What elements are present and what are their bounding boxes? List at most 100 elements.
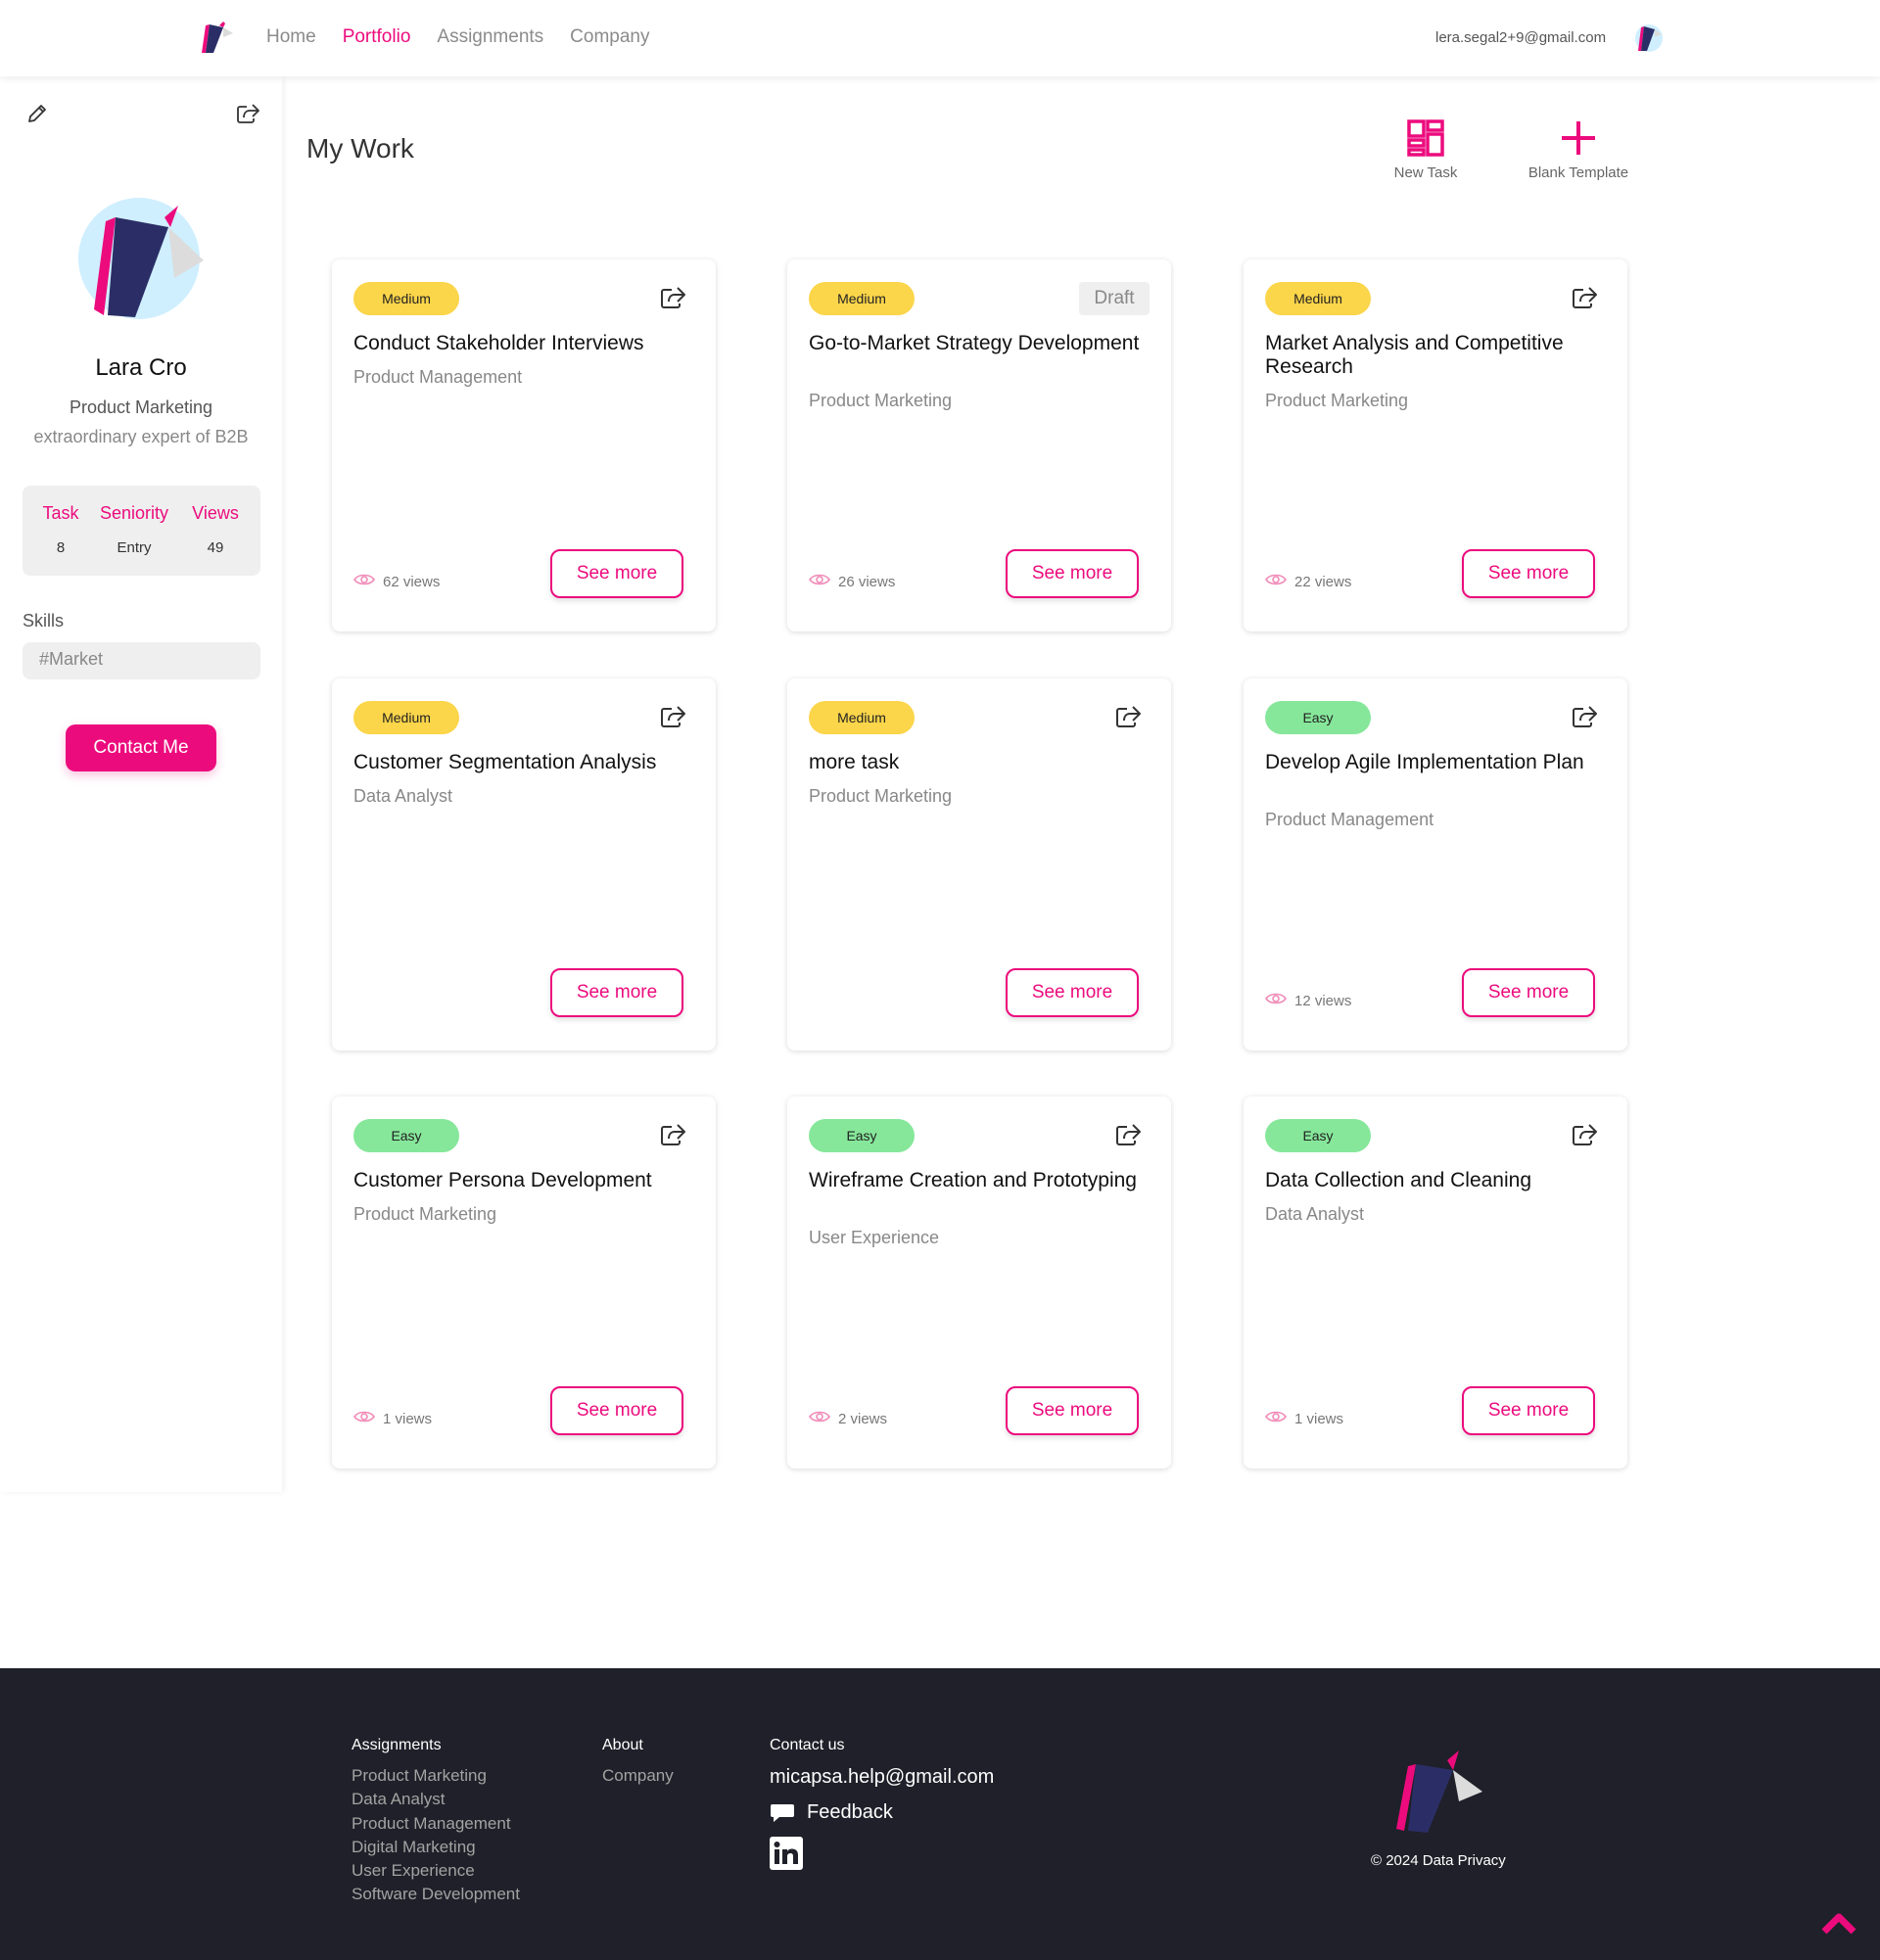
draft-badge: Draft bbox=[1079, 282, 1150, 315]
user-avatar-icon[interactable] bbox=[1633, 20, 1665, 57]
footer-assignments-heading: Assignments bbox=[352, 1737, 442, 1753]
share-icon[interactable] bbox=[659, 704, 686, 729]
share-icon[interactable] bbox=[1571, 704, 1598, 729]
task-card[interactable]: Medium Draft Go-to-Market Strategy Develop… bbox=[787, 259, 1171, 631]
difficulty-badge: Medium bbox=[1265, 282, 1371, 315]
task-category: Data Analyst bbox=[1265, 1204, 1365, 1224]
eye-icon bbox=[809, 1410, 830, 1427]
nav-portfolio[interactable]: Portfolio bbox=[343, 26, 411, 48]
see-more-button[interactable]: See more bbox=[1462, 968, 1595, 1017]
see-more-button[interactable]: See more bbox=[1462, 549, 1595, 598]
share-icon[interactable] bbox=[1571, 1122, 1598, 1147]
task-card[interactable]: Easy Develop Agile Implementation Plan Pro… bbox=[1244, 678, 1627, 1050]
profile-avatar bbox=[78, 198, 204, 319]
nav-home[interactable]: Home bbox=[266, 26, 316, 48]
linkedin-icon[interactable] bbox=[770, 1837, 803, 1870]
share-icon[interactable] bbox=[659, 1122, 686, 1147]
contact-me-button[interactable]: Contact Me bbox=[66, 724, 216, 771]
stat-seniority-label: Seniority bbox=[99, 503, 169, 523]
feedback-label: Feedback bbox=[807, 1801, 893, 1823]
stat-seniority-value: Entry bbox=[117, 539, 152, 556]
footer-contact-heading: Contact us bbox=[770, 1737, 845, 1753]
share-icon[interactable] bbox=[659, 285, 686, 310]
nav-company[interactable]: Company bbox=[570, 26, 649, 48]
eye-icon bbox=[1265, 992, 1287, 1009]
user-email[interactable]: lera.segal2+9@gmail.com bbox=[1435, 29, 1606, 46]
view-count: 26 views bbox=[809, 573, 895, 590]
see-more-button[interactable]: See more bbox=[1462, 1386, 1595, 1435]
task-category: Product Management bbox=[353, 367, 523, 387]
main-nav: Home Portfolio Assignments Company bbox=[266, 26, 650, 48]
view-count: 22 views bbox=[1265, 573, 1351, 590]
footer-link[interactable]: Product Marketing bbox=[352, 1764, 520, 1788]
footer-link[interactable]: Product Management bbox=[352, 1812, 520, 1836]
difficulty-badge: Easy bbox=[1265, 701, 1371, 734]
view-count-label: 12 views bbox=[1294, 992, 1352, 1009]
nav-assignments[interactable]: Assignments bbox=[437, 26, 543, 48]
task-category: Product Marketing bbox=[809, 786, 953, 806]
new-task-label: New Task bbox=[1393, 164, 1458, 181]
stat-task-label: Task bbox=[42, 503, 79, 523]
task-card[interactable]: Medium more task Product Marketing See more bbox=[787, 678, 1171, 1050]
task-card[interactable]: Medium Customer Segmentation Analysis Data… bbox=[332, 678, 716, 1050]
footer-email[interactable]: micapsa.help@gmail.com bbox=[770, 1766, 994, 1789]
see-more-button[interactable]: See more bbox=[550, 968, 683, 1017]
footer-link[interactable]: User Experience bbox=[352, 1859, 520, 1883]
view-count: 1 views bbox=[1265, 1410, 1343, 1427]
page-title: My Work bbox=[306, 133, 414, 163]
difficulty-badge: Medium bbox=[809, 282, 915, 315]
profile-bio: extraordinary expert of B2B bbox=[33, 427, 249, 446]
share-icon[interactable] bbox=[1571, 285, 1598, 310]
task-card[interactable]: Easy Wireframe Creation and Prototyping Us… bbox=[787, 1097, 1171, 1469]
footer-assignments-list: Product Marketing Data Analyst Product M… bbox=[352, 1764, 520, 1907]
blank-template-button[interactable]: Blank Template bbox=[1520, 119, 1637, 181]
edit-pencil-icon[interactable] bbox=[25, 102, 49, 125]
profile-sidebar: Lara Cro Product Marketing extraordinary… bbox=[0, 76, 282, 1492]
eye-icon bbox=[353, 1410, 375, 1427]
task-title: Develop Agile Implementation Plan bbox=[1265, 751, 1584, 773]
task-card[interactable]: Easy Data Collection and Cleaning Data Ana… bbox=[1244, 1097, 1627, 1469]
task-card[interactable]: Easy Customer Persona Development Product … bbox=[332, 1097, 716, 1469]
profile-role: Product Marketing bbox=[69, 397, 213, 417]
task-category: Product Marketing bbox=[1265, 391, 1409, 410]
task-card[interactable]: Medium Market Analysis and Competitive Re… bbox=[1244, 259, 1627, 631]
task-title: Go-to-Market Strategy Development bbox=[809, 332, 1140, 354]
scroll-to-top-icon[interactable] bbox=[1821, 1911, 1856, 1935]
share-icon[interactable] bbox=[235, 102, 260, 125]
see-more-button[interactable]: See more bbox=[550, 1386, 683, 1435]
see-more-button[interactable]: See more bbox=[1006, 549, 1139, 598]
footer: Assignments Product Marketing Data Analy… bbox=[0, 1668, 1880, 1960]
profile-stats: Task Seniority Views 8 Entry 49 bbox=[23, 486, 260, 576]
footer-link-company[interactable]: Company bbox=[602, 1764, 674, 1788]
task-card[interactable]: Medium Conduct Stakeholder Interviews Prod… bbox=[332, 259, 716, 631]
see-more-button[interactable]: See more bbox=[1006, 1386, 1139, 1435]
footer-link[interactable]: Software Development bbox=[352, 1883, 520, 1906]
skill-tag: #Market bbox=[23, 642, 260, 679]
task-category: Product Marketing bbox=[353, 1204, 497, 1224]
footer-link[interactable]: Data Analyst bbox=[352, 1788, 520, 1811]
footer-logo-icon bbox=[1396, 1750, 1482, 1833]
view-count-label: 1 views bbox=[1294, 1410, 1344, 1427]
task-category: Data Analyst bbox=[353, 786, 453, 806]
logo-icon[interactable] bbox=[200, 20, 235, 57]
eye-icon bbox=[353, 573, 375, 590]
task-title: Conduct Stakeholder Interviews bbox=[353, 332, 644, 354]
share-icon[interactable] bbox=[1114, 1122, 1142, 1147]
feedback-link[interactable]: Feedback bbox=[770, 1801, 893, 1824]
task-title: Data Collection and Cleaning bbox=[1265, 1169, 1532, 1191]
grid-icon bbox=[1407, 119, 1444, 157]
view-count: 12 views bbox=[1265, 992, 1351, 1009]
see-more-button[interactable]: See more bbox=[550, 549, 683, 598]
task-title: Customer Segmentation Analysis bbox=[353, 751, 657, 773]
new-task-button[interactable]: New Task bbox=[1386, 119, 1465, 181]
see-more-button[interactable]: See more bbox=[1006, 968, 1139, 1017]
share-icon[interactable] bbox=[1114, 704, 1142, 729]
chat-bubble-icon bbox=[771, 1803, 794, 1822]
stat-views-value: 49 bbox=[207, 539, 224, 556]
plus-icon bbox=[1562, 121, 1595, 155]
eye-icon bbox=[1265, 573, 1287, 590]
view-count-label: 1 views bbox=[383, 1410, 433, 1427]
footer-link[interactable]: Digital Marketing bbox=[352, 1836, 520, 1859]
difficulty-badge: Medium bbox=[809, 701, 915, 734]
top-navbar: Home Portfolio Assignments Company lera.… bbox=[0, 0, 1880, 76]
